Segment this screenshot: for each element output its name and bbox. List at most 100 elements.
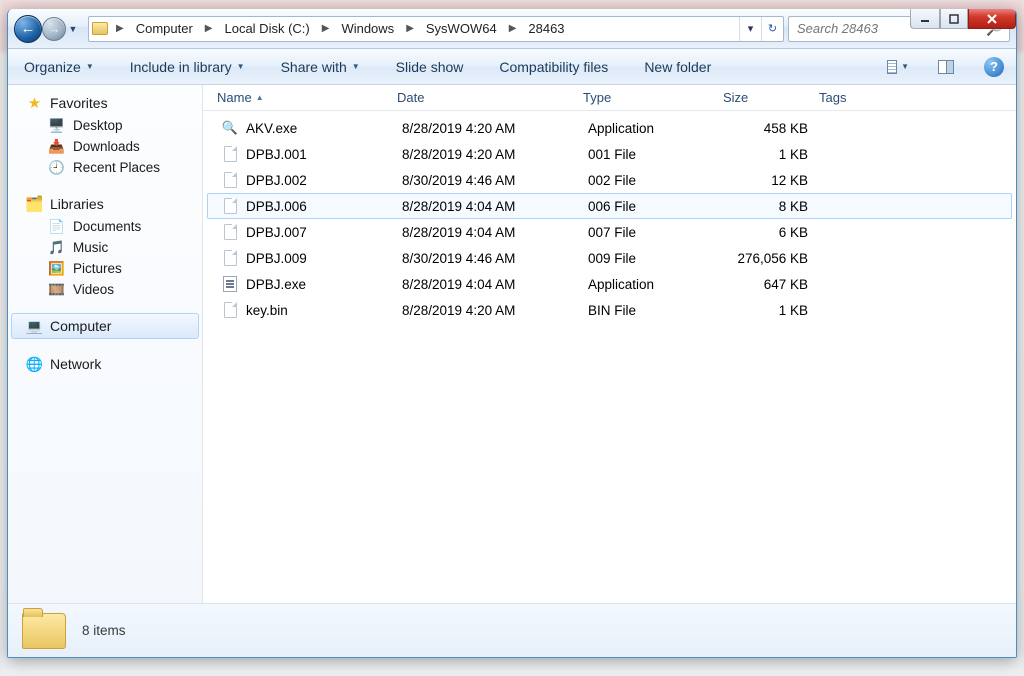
file-type: 001 File bbox=[580, 147, 720, 162]
file-date: 8/30/2019 4:46 AM bbox=[394, 251, 580, 266]
downloads-icon: 📥 bbox=[48, 139, 65, 154]
change-view-button[interactable]: ▼ bbox=[886, 56, 910, 78]
col-size[interactable]: Size bbox=[715, 85, 811, 110]
file-row[interactable]: key.bin8/28/2019 4:20 AMBIN File1 KB bbox=[207, 297, 1012, 323]
file-size: 1 KB bbox=[720, 303, 816, 318]
navigation-pane: ★ Favorites 🖥️Desktop 📥Downloads 🕘Recent… bbox=[8, 85, 203, 603]
forward-button[interactable]: → bbox=[42, 17, 66, 41]
chevron-right-icon[interactable]: ▶ bbox=[401, 23, 419, 34]
chevron-right-icon[interactable]: ▶ bbox=[111, 23, 129, 34]
sidebar-item-pictures[interactable]: 🖼️Pictures bbox=[8, 258, 202, 279]
share-with-menu[interactable]: Share with▼ bbox=[275, 56, 366, 78]
file-size: 458 KB bbox=[720, 121, 816, 136]
slide-show-button[interactable]: Slide show bbox=[390, 56, 470, 78]
breadcrumb-current[interactable]: 28463 bbox=[521, 17, 571, 41]
item-count: 8 items bbox=[82, 623, 126, 638]
file-row[interactable]: DPBJ.009 8/30/2019 4:46 AM009 File276,056… bbox=[207, 245, 1012, 271]
back-button[interactable]: ← bbox=[14, 15, 42, 43]
close-button[interactable] bbox=[968, 9, 1016, 29]
file-name: DPBJ.007 bbox=[246, 225, 307, 240]
file-type: 006 File bbox=[580, 199, 720, 214]
address-bar[interactable]: ▶ Computer ▶ Local Disk (C:) ▶ Windows ▶… bbox=[88, 16, 784, 42]
col-tags[interactable]: Tags bbox=[811, 85, 941, 110]
breadcrumb-localdisk[interactable]: Local Disk (C:) bbox=[217, 17, 316, 41]
details-pane: 8 items bbox=[8, 603, 1016, 657]
chevron-right-icon[interactable]: ▶ bbox=[504, 23, 522, 34]
history-dropdown[interactable]: ▼ bbox=[66, 18, 80, 40]
sidebar-item-desktop[interactable]: 🖥️Desktop bbox=[8, 115, 202, 136]
file-row[interactable]: DPBJ.0078/28/2019 4:04 AM007 File6 KB bbox=[207, 219, 1012, 245]
file-date: 8/28/2019 4:04 AM bbox=[394, 277, 580, 292]
file-type: BIN File bbox=[580, 303, 720, 318]
recent-icon: 🕘 bbox=[48, 160, 65, 175]
col-name[interactable]: Name▲ bbox=[209, 85, 389, 110]
music-icon: 🎵 bbox=[48, 240, 65, 255]
breadcrumb-windows[interactable]: Windows bbox=[334, 17, 401, 41]
file-row[interactable]: DPBJ.exe8/28/2019 4:04 AMApplication647 … bbox=[207, 271, 1012, 297]
file-type: 007 File bbox=[580, 225, 720, 240]
file-name: DPBJ.006 bbox=[246, 199, 307, 214]
file-date: 8/28/2019 4:04 AM bbox=[394, 199, 580, 214]
col-type[interactable]: Type bbox=[575, 85, 715, 110]
file-date: 8/28/2019 4:20 AM bbox=[394, 147, 580, 162]
sidebar-network[interactable]: 🌐 Network bbox=[8, 352, 202, 376]
sidebar-item-videos[interactable]: 🎞️Videos bbox=[8, 279, 202, 300]
minimize-button[interactable] bbox=[910, 9, 940, 29]
documents-icon: 📄 bbox=[48, 219, 65, 234]
help-button[interactable]: ? bbox=[982, 56, 1006, 78]
chevron-right-icon[interactable]: ▶ bbox=[317, 23, 335, 34]
file-icon bbox=[222, 172, 238, 188]
file-name: DPBJ.exe bbox=[246, 277, 306, 292]
file-list: Name▲ Date Type Size Tags 🔍AKV.exe8/28/2… bbox=[203, 85, 1016, 603]
file-date: 8/30/2019 4:46 AM bbox=[394, 173, 580, 188]
file-row[interactable]: DPBJ.0028/30/2019 4:46 AM002 File12 KB bbox=[207, 167, 1012, 193]
file-size: 8 KB bbox=[720, 199, 816, 214]
new-folder-button[interactable]: New folder bbox=[638, 56, 717, 78]
file-type: Application bbox=[580, 277, 720, 292]
file-icon bbox=[222, 198, 238, 214]
file-row[interactable]: DPBJ.006 8/28/2019 4:04 AM006 File8 KB bbox=[207, 193, 1012, 219]
sidebar-libraries[interactable]: 🗂️ Libraries bbox=[8, 192, 202, 216]
file-type: 009 File bbox=[580, 251, 720, 266]
breadcrumb-syswow64[interactable]: SysWOW64 bbox=[419, 17, 504, 41]
sidebar-label: Network bbox=[50, 356, 101, 372]
file-name: DPBJ.009 bbox=[246, 251, 307, 266]
file-type: Application bbox=[580, 121, 720, 136]
file-name: DPBJ.002 bbox=[246, 173, 307, 188]
sidebar-item-music[interactable]: 🎵Music bbox=[8, 237, 202, 258]
sidebar-item-recent[interactable]: 🕘Recent Places bbox=[8, 157, 202, 178]
preview-pane-button[interactable] bbox=[934, 56, 958, 78]
file-size: 6 KB bbox=[720, 225, 816, 240]
file-date: 8/28/2019 4:20 AM bbox=[394, 121, 580, 136]
maximize-button[interactable] bbox=[940, 9, 968, 29]
breadcrumb-computer[interactable]: Computer bbox=[129, 17, 200, 41]
window-controls bbox=[910, 9, 1016, 31]
file-icon bbox=[222, 302, 238, 318]
address-dropdown[interactable]: ▾ bbox=[739, 17, 761, 41]
include-in-library-menu[interactable]: Include in library▼ bbox=[124, 56, 251, 78]
organize-menu[interactable]: Organize▼ bbox=[18, 56, 100, 78]
file-name: AKV.exe bbox=[246, 121, 297, 136]
file-icon bbox=[222, 224, 238, 240]
chevron-right-icon[interactable]: ▶ bbox=[200, 23, 218, 34]
file-icon bbox=[222, 146, 238, 162]
column-headers: Name▲ Date Type Size Tags bbox=[203, 85, 1016, 111]
sidebar-computer[interactable]: 💻 Computer bbox=[12, 314, 198, 338]
col-date[interactable]: Date bbox=[389, 85, 575, 110]
command-bar: Organize▼ Include in library▼ Share with… bbox=[8, 49, 1016, 85]
sidebar-label: Favorites bbox=[50, 95, 108, 111]
file-size: 276,056 KB bbox=[720, 251, 816, 266]
sidebar-label: Libraries bbox=[50, 196, 104, 212]
sidebar-item-downloads[interactable]: 📥Downloads bbox=[8, 136, 202, 157]
refresh-button[interactable]: ↻ bbox=[761, 17, 783, 41]
file-row[interactable]: 🔍AKV.exe8/28/2019 4:20 AMApplication458 … bbox=[207, 115, 1012, 141]
file-type: 002 File bbox=[580, 173, 720, 188]
sidebar-favorites[interactable]: ★ Favorites bbox=[8, 91, 202, 115]
sidebar-item-documents[interactable]: 📄Documents bbox=[8, 216, 202, 237]
explorer-window: ← → ▼ ▶ Computer ▶ Local Disk (C:) ▶ Win… bbox=[7, 9, 1017, 658]
file-name: key.bin bbox=[246, 303, 288, 318]
file-row[interactable]: DPBJ.0018/28/2019 4:20 AM001 File1 KB bbox=[207, 141, 1012, 167]
libraries-icon: 🗂️ bbox=[26, 197, 43, 212]
compatibility-files-button[interactable]: Compatibility files bbox=[493, 56, 614, 78]
network-icon: 🌐 bbox=[26, 357, 43, 372]
